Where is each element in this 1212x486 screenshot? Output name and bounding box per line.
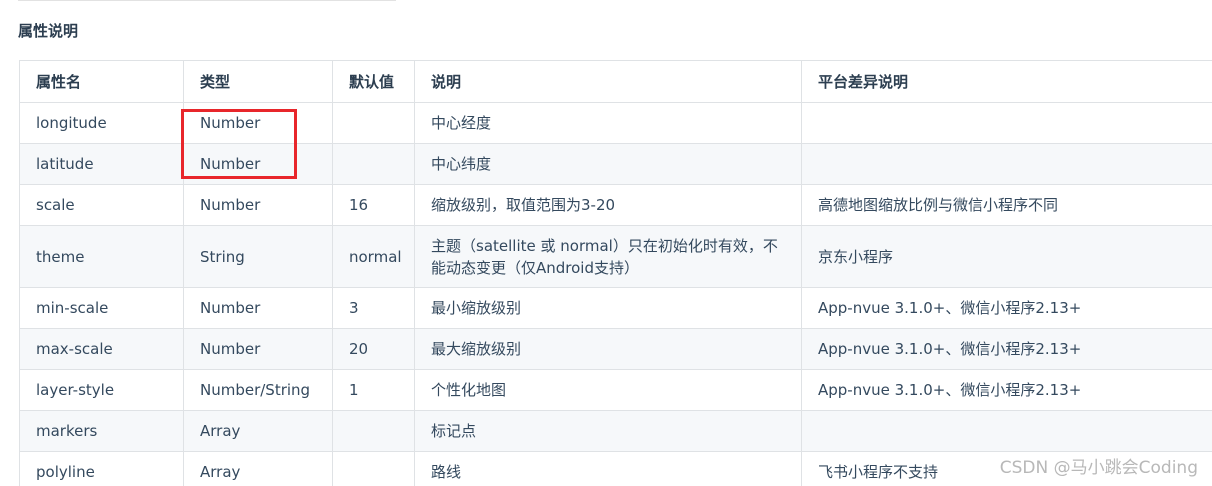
cell-platform: App-nvue 3.1.0+、微信小程序2.13+ (801, 369, 1212, 411)
cell-description: 个性化地图 (414, 369, 802, 411)
cell-type: Number (183, 184, 333, 226)
cell-default (332, 102, 415, 144)
cell-description: 中心纬度 (414, 143, 802, 185)
table-header-row: 属性名 类型 默认值 说明 平台差异说明 (19, 60, 1212, 103)
cell-platform (801, 143, 1212, 185)
cell-platform (801, 102, 1212, 144)
cell-description: 标记点 (414, 410, 802, 452)
top-divider (18, 0, 396, 1)
cell-name: max-scale (19, 328, 184, 370)
cell-platform: 高德地图缩放比例与微信小程序不同 (801, 184, 1212, 226)
section-title: 属性说明 (18, 22, 79, 40)
cell-description: 最小缩放级别 (414, 287, 802, 329)
cell-platform: 京东小程序 (801, 225, 1212, 288)
cell-type: Number/String (183, 369, 333, 411)
table-row: longitude Number 中心经度 (19, 102, 1212, 144)
cell-description: 路线 (414, 451, 802, 486)
cell-default: 1 (332, 369, 415, 411)
cell-default (332, 143, 415, 185)
cell-type: Number (183, 102, 333, 144)
cell-default (332, 410, 415, 452)
table-row: max-scale Number 20 最大缩放级别 App-nvue 3.1.… (19, 328, 1212, 370)
cell-description: 中心经度 (414, 102, 802, 144)
cell-name: markers (19, 410, 184, 452)
cell-platform (801, 410, 1212, 452)
cell-default: 16 (332, 184, 415, 226)
table-row: layer-style Number/String 1 个性化地图 App-nv… (19, 369, 1212, 411)
table-row: markers Array 标记点 (19, 410, 1212, 452)
cell-name: polyline (19, 451, 184, 486)
document-page: 属性说明 属性名 类型 默认值 说明 平台差异说明 longitude Numb… (0, 0, 1212, 486)
cell-name: scale (19, 184, 184, 226)
table-row: scale Number 16 缩放级别，取值范围为3-20 高德地图缩放比例与… (19, 184, 1212, 226)
cell-type: String (183, 225, 333, 288)
cell-description: 最大缩放级别 (414, 328, 802, 370)
header-name: 属性名 (19, 60, 184, 103)
header-platform: 平台差异说明 (801, 60, 1212, 103)
cell-name: latitude (19, 143, 184, 185)
header-type: 类型 (183, 60, 333, 103)
properties-table: 属性名 类型 默认值 说明 平台差异说明 longitude Number 中心… (19, 60, 1212, 486)
cell-type: Array (183, 410, 333, 452)
cell-default (332, 451, 415, 486)
cell-default: 3 (332, 287, 415, 329)
watermark: CSDN @马小跳会Coding (999, 458, 1198, 478)
cell-type: Number (183, 328, 333, 370)
cell-description: 缩放级别，取值范围为3-20 (414, 184, 802, 226)
cell-default: normal (332, 225, 415, 288)
cell-type: Number (183, 287, 333, 329)
cell-name: longitude (19, 102, 184, 144)
table-row: theme String normal 主题（satellite 或 norma… (19, 225, 1212, 288)
table-row: latitude Number 中心纬度 (19, 143, 1212, 185)
cell-platform: App-nvue 3.1.0+、微信小程序2.13+ (801, 287, 1212, 329)
header-default: 默认值 (332, 60, 415, 103)
header-description: 说明 (414, 60, 802, 103)
cell-type: Number (183, 143, 333, 185)
cell-name: theme (19, 225, 184, 288)
table-row: min-scale Number 3 最小缩放级别 App-nvue 3.1.0… (19, 287, 1212, 329)
cell-platform: App-nvue 3.1.0+、微信小程序2.13+ (801, 328, 1212, 370)
cell-description: 主题（satellite 或 normal）只在初始化时有效，不能动态变更（仅A… (414, 225, 802, 288)
cell-type: Array (183, 451, 333, 486)
cell-name: min-scale (19, 287, 184, 329)
cell-name: layer-style (19, 369, 184, 411)
cell-default: 20 (332, 328, 415, 370)
